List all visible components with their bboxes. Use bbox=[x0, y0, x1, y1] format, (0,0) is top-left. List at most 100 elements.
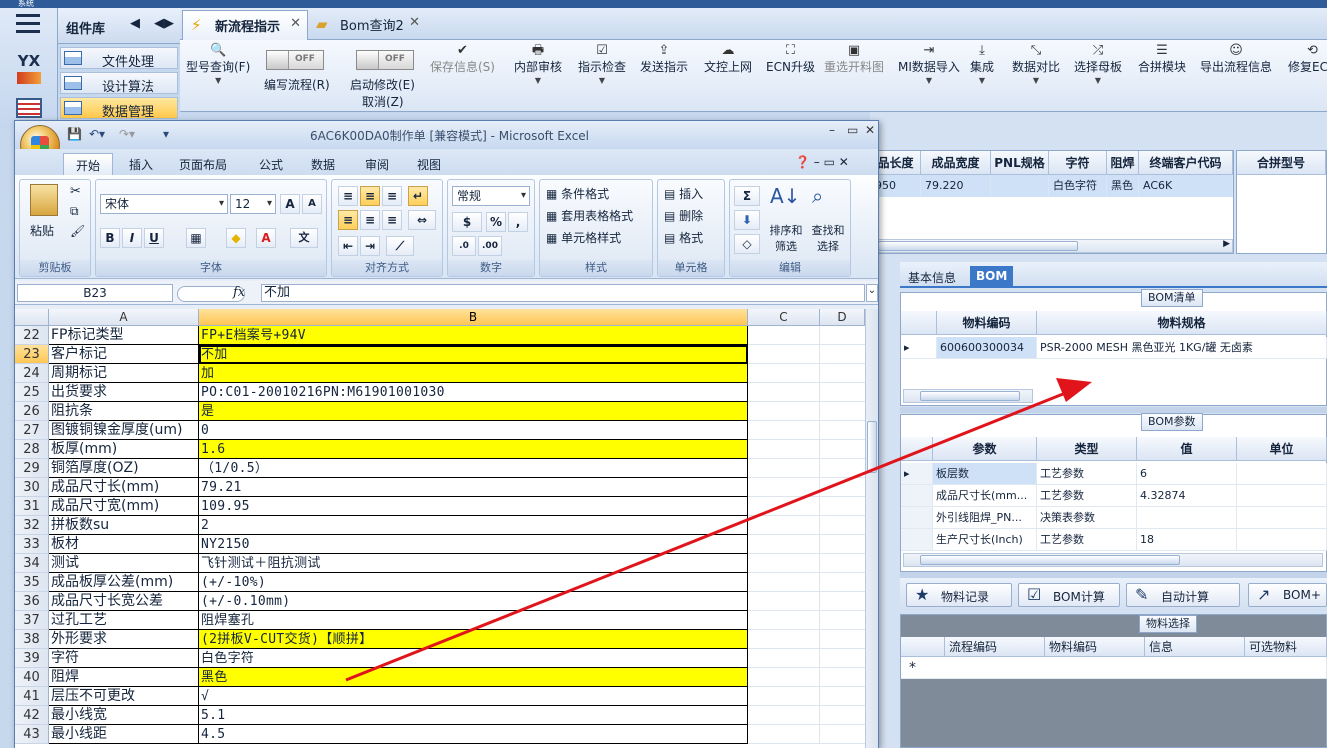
bom-param-cell[interactable]: 外引线阻焊_PN... bbox=[933, 507, 1037, 529]
cell-a[interactable]: 拼板数su bbox=[49, 516, 199, 535]
row-header[interactable]: 24 bbox=[15, 364, 49, 383]
close-icon[interactable]: ✕ bbox=[409, 15, 420, 30]
cell-d[interactable] bbox=[820, 611, 865, 630]
bom-param-cell[interactable] bbox=[1237, 485, 1327, 507]
cell-b[interactable]: (2拼板V-CUT交货)【顺拼】 bbox=[199, 630, 748, 649]
cell-c[interactable] bbox=[748, 459, 820, 478]
cell-d[interactable] bbox=[820, 535, 865, 554]
cell-d[interactable] bbox=[820, 630, 865, 649]
bom-param-cell[interactable] bbox=[1237, 507, 1327, 529]
row-header[interactable]: 35 bbox=[15, 573, 49, 592]
autosum-icon[interactable]: Σ bbox=[734, 186, 760, 206]
fill-icon[interactable]: ⬇ bbox=[734, 210, 760, 230]
row-header[interactable]: 42 bbox=[15, 706, 49, 725]
font-name-combo[interactable]: 宋体 bbox=[100, 194, 228, 214]
format-painter-icon[interactable]: 🖌 bbox=[70, 224, 85, 238]
cell-b[interactable]: NY2150 bbox=[199, 535, 748, 554]
align-right-icon[interactable]: ≡ bbox=[382, 210, 402, 230]
new-row-marker[interactable]: * bbox=[901, 657, 1327, 679]
excel-tab-4[interactable]: 数据 bbox=[299, 153, 347, 175]
close-icon[interactable]: ✕ bbox=[865, 123, 875, 137]
cell-a[interactable]: 阻抗条 bbox=[49, 402, 199, 421]
ribbon-button-2[interactable]: 🖶 内部审核 ▼ bbox=[514, 42, 562, 108]
redo-icon[interactable]: ↷▾ bbox=[119, 127, 135, 141]
ribbon-button-0[interactable]: 🔍 型号查询(F) ▼ bbox=[186, 42, 250, 108]
nav-item-file-processing[interactable]: 文件处理 bbox=[60, 47, 178, 70]
cell-b[interactable]: FP+E档案号+94V bbox=[199, 326, 748, 345]
align-bottom-icon[interactable]: ≡ bbox=[382, 186, 402, 206]
cell-b[interactable]: 1.6 bbox=[199, 440, 748, 459]
cell-a[interactable]: 铜箔厚度(OZ) bbox=[49, 459, 199, 478]
bom-param-cell[interactable] bbox=[1237, 463, 1327, 485]
cell-c[interactable] bbox=[748, 516, 820, 535]
cell-d[interactable] bbox=[820, 364, 865, 383]
maximize-icon[interactable]: ▭ bbox=[847, 123, 858, 137]
grid1-cell-1[interactable]: 79.220 bbox=[921, 175, 991, 197]
cell-d[interactable] bbox=[820, 459, 865, 478]
splitter[interactable] bbox=[900, 407, 1327, 413]
hamburger-menu-icon[interactable] bbox=[16, 14, 40, 34]
bom-param-cell[interactable]: 工艺参数 bbox=[1037, 485, 1137, 507]
vertical-scrollbar[interactable] bbox=[865, 309, 878, 748]
cell-c[interactable] bbox=[748, 592, 820, 611]
ribbon-button-13[interactable]: ☺ 导出流程信息 bbox=[1200, 42, 1272, 108]
excel-tab-3[interactable]: 公式 bbox=[247, 153, 295, 175]
bom-param-cell[interactable]: 决策表参数 bbox=[1037, 507, 1137, 529]
row-header[interactable]: 39 bbox=[15, 649, 49, 668]
tab-basic-info[interactable]: 基本信息 bbox=[902, 266, 962, 288]
row-header[interactable]: 29 bbox=[15, 459, 49, 478]
cell-c[interactable] bbox=[748, 649, 820, 668]
cell-d[interactable] bbox=[820, 421, 865, 440]
row-pointer-icon[interactable]: ▸ bbox=[901, 337, 937, 359]
horizontal-scrollbar[interactable] bbox=[903, 553, 1323, 567]
action-button-0[interactable]: ★ 物料记录 bbox=[906, 583, 1012, 607]
bom-list-header-0[interactable]: 物料编码 bbox=[937, 311, 1037, 335]
material-select-header-0[interactable]: 流程编码 bbox=[945, 637, 1045, 657]
cell-d[interactable] bbox=[820, 573, 865, 592]
action-button-2[interactable]: ✎ 自动计算 bbox=[1126, 583, 1240, 607]
cell-a[interactable]: 板厚(mm) bbox=[49, 440, 199, 459]
collapse-left-icon[interactable]: ◀ bbox=[130, 16, 140, 31]
cell-d[interactable] bbox=[820, 668, 865, 687]
cell-d[interactable] bbox=[820, 326, 865, 345]
cell-b[interactable]: √ bbox=[199, 687, 748, 706]
bom-params-header-0[interactable]: 参数 bbox=[933, 437, 1037, 461]
grid1-header-2[interactable]: PNL规格 bbox=[991, 151, 1049, 175]
row-header[interactable]: 38 bbox=[15, 630, 49, 649]
italic-icon[interactable]: I bbox=[122, 228, 142, 248]
cell-c[interactable] bbox=[748, 706, 820, 725]
row-selector[interactable] bbox=[901, 485, 933, 507]
cell-d[interactable] bbox=[820, 402, 865, 421]
bom-param-cell[interactable]: 板层数 bbox=[933, 463, 1037, 485]
formula-input[interactable]: 不加 bbox=[261, 284, 865, 302]
cell-c[interactable] bbox=[748, 573, 820, 592]
cell-d[interactable] bbox=[820, 516, 865, 535]
excel-tab-2[interactable]: 页面布局 bbox=[167, 153, 239, 175]
cell-a[interactable]: 板材 bbox=[49, 535, 199, 554]
cell-b[interactable]: 是 bbox=[199, 402, 748, 421]
excel-tab-0[interactable]: 开始 bbox=[63, 153, 114, 175]
minimize-icon[interactable]: – bbox=[829, 123, 835, 137]
ribbon-button-1[interactable]: ✔ 保存信息(S) bbox=[430, 42, 495, 108]
save-icon[interactable]: 💾 bbox=[67, 127, 82, 141]
format-as-table-button[interactable]: ▦ 套用表格格式 bbox=[546, 206, 633, 226]
cell-a[interactable]: 最小线距 bbox=[49, 725, 199, 744]
cell-b[interactable]: 黑色 bbox=[199, 668, 748, 687]
row-header[interactable]: 25 bbox=[15, 383, 49, 402]
ribbon-button-3[interactable]: ☑ 指示检查 ▼ bbox=[578, 42, 626, 108]
merge-center-icon[interactable]: ⇔ bbox=[408, 210, 436, 230]
expand-formula-icon[interactable]: ⌄ bbox=[866, 284, 878, 302]
cell-c[interactable] bbox=[748, 668, 820, 687]
undo-icon[interactable]: ↶▾ bbox=[89, 127, 105, 141]
grid1-header-1[interactable]: 成品宽度 bbox=[921, 151, 991, 175]
calendar-icon[interactable] bbox=[16, 98, 42, 118]
excel-tab-6[interactable]: 视图 bbox=[405, 153, 453, 175]
grid1-header-5[interactable]: 终端客户代码 bbox=[1139, 151, 1233, 175]
column-header-c[interactable]: C bbox=[748, 309, 820, 326]
cell-c[interactable] bbox=[748, 497, 820, 516]
row-header[interactable]: 31 bbox=[15, 497, 49, 516]
cell-c[interactable] bbox=[748, 611, 820, 630]
ribbon-button-11[interactable]: ⤮ 选择母板 ▼ bbox=[1074, 42, 1122, 108]
sort-filter-icon[interactable]: A↓ bbox=[770, 184, 800, 208]
cell-a[interactable]: 最小线宽 bbox=[49, 706, 199, 725]
